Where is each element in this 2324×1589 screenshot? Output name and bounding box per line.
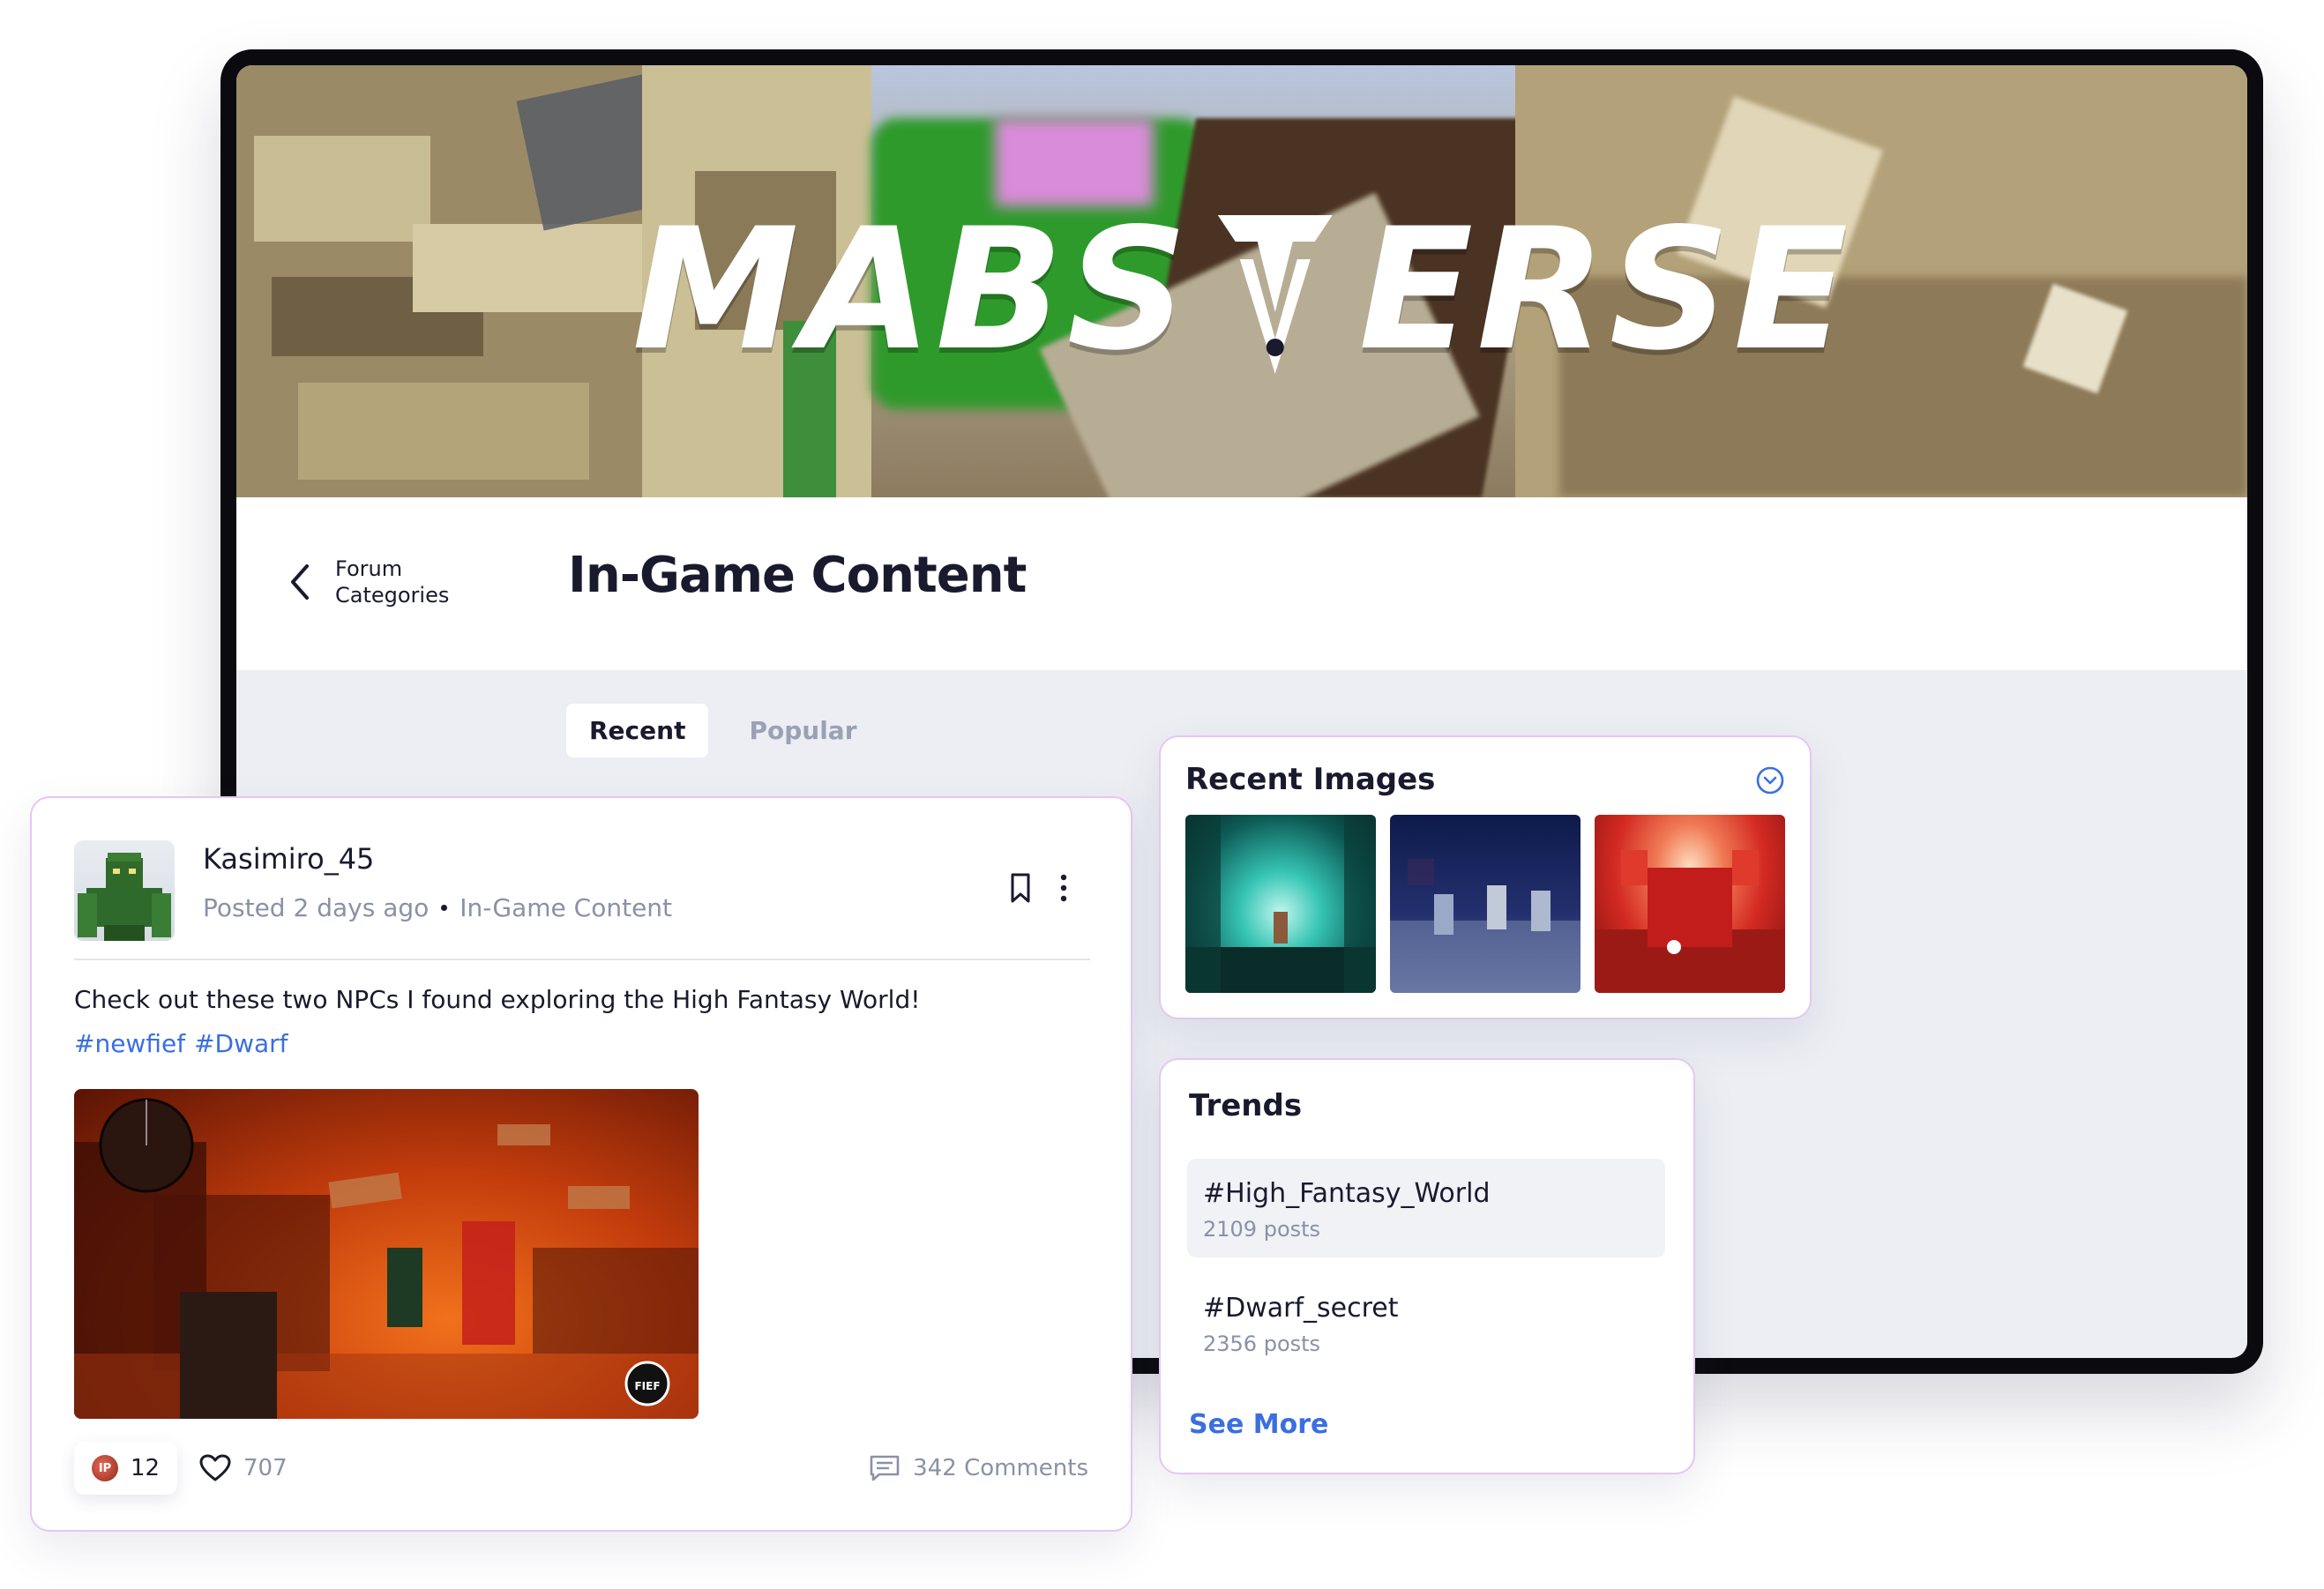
see-more-link[interactable]: See More [1189, 1409, 1328, 1440]
back-to-forum-categories[interactable]: Forum Categories [286, 556, 467, 608]
trend-tag: #High_Fantasy_World [1203, 1178, 1491, 1209]
trends-title: Trends [1189, 1088, 1303, 1123]
trend-count: 2356 posts [1203, 1332, 1321, 1356]
post-author[interactable]: Kasimiro_45 [203, 842, 374, 876]
reaction-count: 12 [131, 1455, 161, 1481]
recent-images-grid [1185, 815, 1785, 993]
trends-card: Trends #High_Fantasy_World 2109 posts #D… [1159, 1058, 1695, 1474]
reaction-button[interactable]: IP 12 [74, 1442, 178, 1495]
hashtag-link[interactable]: #Dwarf [194, 1029, 288, 1058]
post-meta: Posted 2 days ago In-Game Content [203, 893, 672, 922]
like-count: 707 [243, 1455, 288, 1481]
post-actions: IP 12 707 342 Comments [74, 1442, 1088, 1495]
game-scene-illustration: FIEF [74, 1098, 699, 1419]
recent-images-card: Recent Images [1159, 735, 1812, 1019]
more-options-icon[interactable] [1058, 872, 1069, 904]
knights-scene-illustration [1390, 859, 1580, 993]
chevron-left-icon [291, 564, 309, 600]
post-category[interactable]: In-Game Content [460, 893, 672, 922]
mabsverse-logo: MABS ERSE [631, 192, 1852, 387]
thumbnail[interactable] [1390, 815, 1580, 993]
trend-count: 2109 posts [1203, 1217, 1321, 1242]
thumbnail[interactable] [1185, 815, 1376, 993]
logo-v-emblem [1209, 206, 1341, 374]
post-hashtags: #newfief #Dwarf [74, 1029, 288, 1058]
post-divider [74, 959, 1090, 960]
comments-link[interactable]: 342 Comments [869, 1442, 1088, 1495]
post-card: Kasimiro_45 Posted 2 days ago In-Game Co… [30, 796, 1132, 1532]
cave-scene-illustration [1185, 815, 1376, 993]
recent-images-title: Recent Images [1185, 762, 1436, 797]
post-body: Check out these two NPCs I found explori… [74, 985, 921, 1014]
hashtag-link[interactable]: #newfief [74, 1029, 185, 1058]
avatar[interactable] [74, 840, 175, 941]
post-image[interactable]: FIEF [74, 1089, 699, 1419]
comment-icon [870, 1455, 900, 1481]
ip-coin-icon: IP [92, 1455, 118, 1481]
trend-tag: #Dwarf_secret [1203, 1293, 1399, 1324]
bookmark-icon[interactable] [1007, 872, 1034, 904]
tab-popular[interactable]: Popular [726, 704, 879, 757]
post-time: Posted 2 days ago [203, 893, 430, 922]
hero-banner: MABS ERSE [236, 65, 2247, 497]
like-button[interactable]: 707 [199, 1442, 288, 1495]
trend-item[interactable]: #Dwarf_secret 2356 posts [1187, 1273, 1665, 1372]
comment-count: 342 Comments [913, 1455, 1088, 1481]
page-title: In-Game Content [568, 547, 1027, 604]
heart-icon [199, 1454, 231, 1481]
orc-avatar-icon [78, 853, 171, 941]
tab-recent[interactable]: Recent [566, 704, 709, 757]
back-label: Forum Categories [335, 556, 450, 608]
feed-tabs: Recent Popular [566, 704, 880, 757]
meta-separator [441, 905, 448, 911]
page-header: Forum Categories In-Game Content [236, 497, 2247, 670]
red-beast-scene-illustration [1595, 850, 1785, 993]
chevron-down-circle-icon[interactable] [1755, 765, 1785, 795]
fief-badge: FIEF [634, 1380, 660, 1392]
trend-item[interactable]: #High_Fantasy_World 2109 posts [1187, 1159, 1665, 1257]
thumbnail[interactable] [1595, 815, 1785, 993]
